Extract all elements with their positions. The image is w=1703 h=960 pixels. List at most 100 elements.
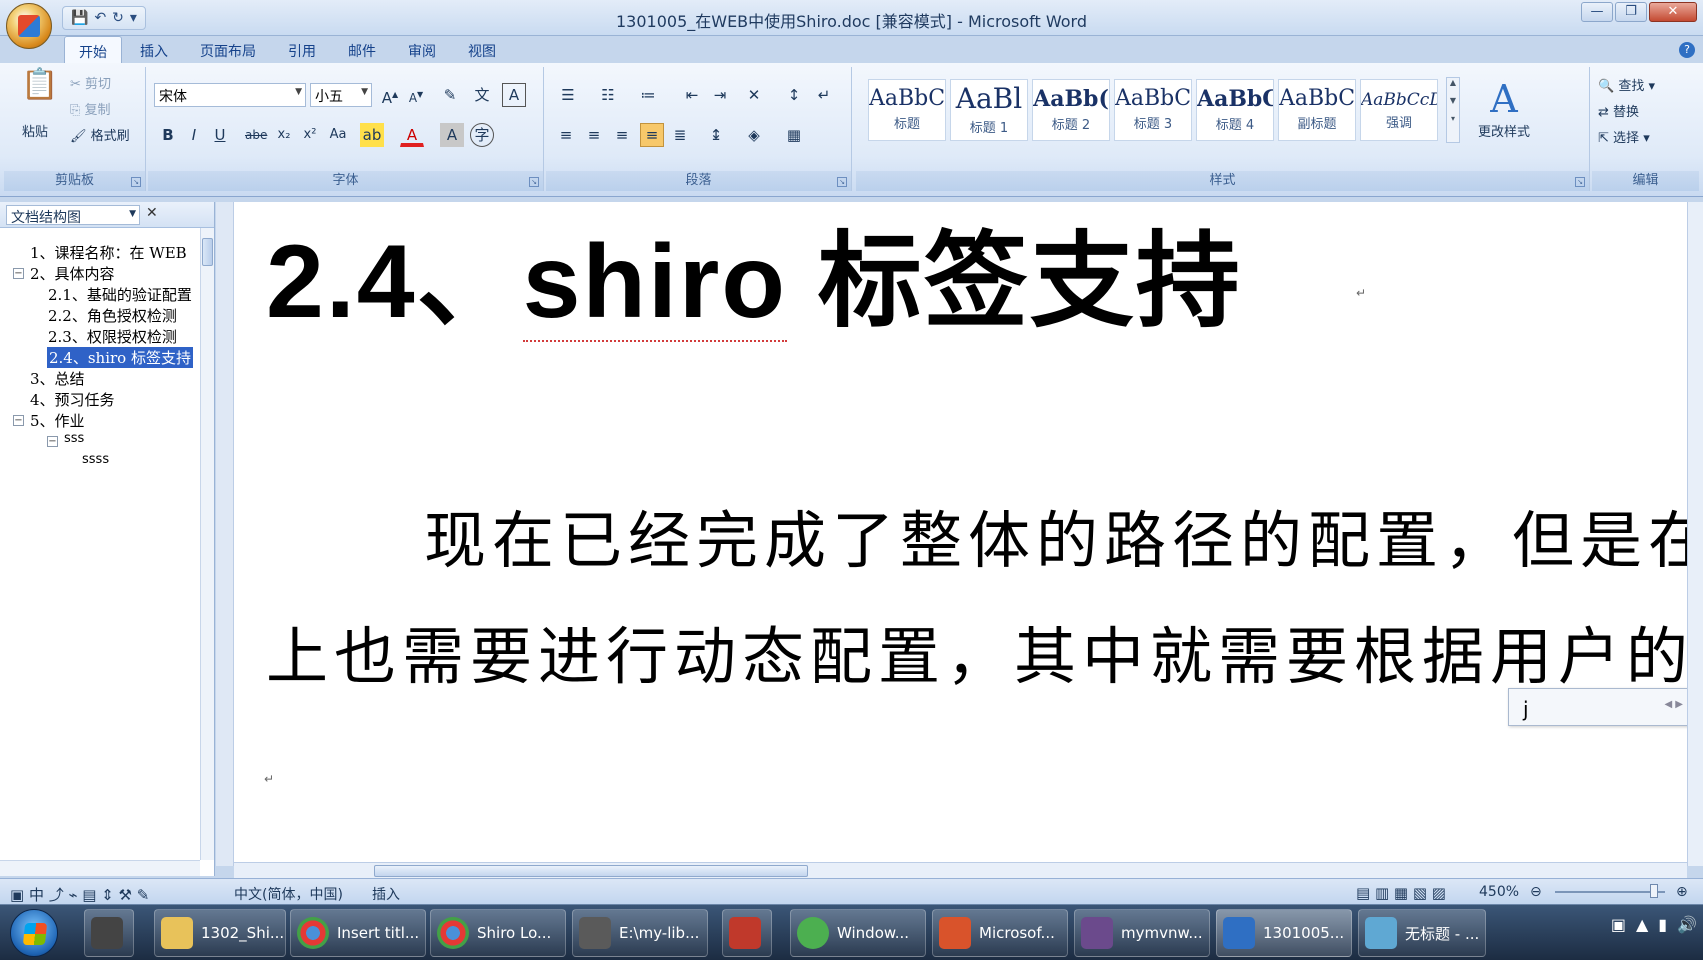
body-text-line[interactable]: 现在已经完成了整体的路径的配置，但是在 xyxy=(424,490,1703,580)
font-size-combo[interactable]: 小五 ▼ xyxy=(310,83,372,107)
nav-item[interactable]: 2、具体内容 xyxy=(30,263,115,284)
style-emphasis[interactable]: AaBbCcDi 强调 xyxy=(1360,79,1438,141)
show-hidden-icons-icon[interactable]: ▲ xyxy=(1636,915,1648,934)
office-button[interactable] xyxy=(6,3,52,49)
insert-mode-status[interactable]: 插入 xyxy=(372,884,400,904)
nav-item[interactable]: 3、总结 xyxy=(30,368,85,389)
paste-button[interactable]: 粘贴 xyxy=(22,121,48,140)
ime-page-arrows-icon[interactable]: ◀ ▶ xyxy=(1664,699,1683,710)
font-launcher-icon[interactable]: ↘ xyxy=(529,177,539,187)
task-item[interactable]: 无标题 - ... xyxy=(1358,909,1486,957)
align-center-icon[interactable]: ≡ xyxy=(582,123,606,147)
clear-format-icon[interactable]: ✎ xyxy=(438,83,462,107)
tab-references[interactable]: 引用 xyxy=(274,36,330,64)
nav-item-selected[interactable]: 2.4、shiro 标签支持 xyxy=(47,347,193,368)
font-color-button[interactable]: A xyxy=(400,123,424,147)
volume-icon[interactable]: 🔊 xyxy=(1677,915,1697,934)
enclose-char-icon[interactable]: 字 xyxy=(470,123,494,147)
char-border-icon[interactable]: A xyxy=(502,83,526,107)
grow-font-icon[interactable]: A▲ xyxy=(378,83,402,107)
nav-item[interactable]: sss xyxy=(64,431,84,446)
cut-button[interactable]: ✂ 剪切 xyxy=(70,73,111,92)
clipboard-launcher-icon[interactable]: ↘ xyxy=(131,177,141,187)
minimize-button[interactable]: — xyxy=(1581,2,1613,22)
scroll-thumb[interactable] xyxy=(374,865,808,877)
document-heading[interactable]: 2.4、shiro 标签支持 xyxy=(266,196,1242,347)
zoom-slider[interactable] xyxy=(1555,891,1665,893)
view-buttons[interactable]: ▤ ▥ ▦ ▧ ▨ xyxy=(1356,884,1446,902)
start-button[interactable] xyxy=(10,909,58,957)
task-pinned-app[interactable] xyxy=(84,909,134,957)
task-item-active[interactable]: 1301005... xyxy=(1216,909,1352,957)
bold-button[interactable]: B xyxy=(156,123,180,147)
styles-scroll[interactable]: ▲ ▼ ▾ xyxy=(1446,77,1460,143)
format-painter-button[interactable]: 🖌 格式刷 xyxy=(70,125,130,144)
tab-insert[interactable]: 插入 xyxy=(126,36,182,64)
nav-item[interactable]: 2.3、权限授权检测 xyxy=(48,326,177,347)
tab-home[interactable]: 开始 xyxy=(64,36,122,64)
subscript-button[interactable]: x₂ xyxy=(272,123,296,147)
ime-composition-box[interactable]: j ◀ ▶ xyxy=(1508,688,1692,726)
bullets-icon[interactable]: ☰ xyxy=(556,83,580,107)
styles-launcher-icon[interactable]: ↘ xyxy=(1575,177,1585,187)
style-heading-4[interactable]: AaBbC 标题 4 xyxy=(1196,79,1274,141)
zoom-slider-thumb[interactable] xyxy=(1650,884,1658,898)
zoom-out-icon[interactable]: ⊖ xyxy=(1530,884,1542,900)
maximize-button[interactable]: ❐ xyxy=(1615,2,1647,22)
style-title[interactable]: AaBbC 标题 xyxy=(868,79,946,141)
align-right-icon[interactable]: ≡ xyxy=(610,123,634,147)
ime-tray-icon[interactable]: ▣ xyxy=(1611,915,1626,934)
task-item[interactable]: Microsof... xyxy=(932,909,1068,957)
highlight-icon[interactable]: ab xyxy=(360,123,384,147)
decrease-indent-icon[interactable]: ⇤ xyxy=(680,83,704,107)
task-item[interactable]: Insert titl... xyxy=(290,909,426,957)
font-name-combo[interactable]: 宋体 ▼ xyxy=(154,83,306,107)
redo-icon[interactable]: ↻ xyxy=(112,10,124,26)
change-styles-button[interactable]: A 更改样式 xyxy=(1472,77,1536,140)
style-subtitle[interactable]: AaBbC 副标题 xyxy=(1278,79,1356,141)
tab-review[interactable]: 审阅 xyxy=(394,36,450,64)
show-marks-icon[interactable]: ↵ xyxy=(812,83,836,107)
document-vertical-scrollbar[interactable] xyxy=(1687,202,1703,866)
nav-item[interactable]: 1、课程名称：在 WEB xyxy=(30,242,187,263)
save-icon[interactable]: 💾 xyxy=(71,10,88,26)
scroll-thumb[interactable] xyxy=(202,238,213,266)
superscript-button[interactable]: x² xyxy=(298,123,322,147)
tab-view[interactable]: 视图 xyxy=(454,36,510,64)
customize-icon[interactable]: ▾ xyxy=(130,10,137,26)
style-heading-3[interactable]: AaBbC 标题 3 xyxy=(1114,79,1192,141)
tab-page-layout[interactable]: 页面布局 xyxy=(186,36,270,64)
shading-icon[interactable]: ◈ xyxy=(742,123,766,147)
increase-indent-icon[interactable]: ⇥ xyxy=(708,83,732,107)
paragraph-launcher-icon[interactable]: ↘ xyxy=(837,177,847,187)
nav-view-select[interactable]: 文档结构图 ▼ xyxy=(6,205,140,226)
chinese-layout-icon[interactable]: ✕ xyxy=(742,83,766,107)
close-button[interactable]: ✕ xyxy=(1649,2,1697,22)
nav-item[interactable]: 2.2、角色授权检测 xyxy=(48,305,177,326)
language-status[interactable]: 中文(简体，中国) xyxy=(234,884,343,904)
numbering-icon[interactable]: ☷ xyxy=(596,83,620,107)
char-shading-icon[interactable]: A xyxy=(440,123,464,147)
shrink-font-icon[interactable]: A▼ xyxy=(404,83,428,107)
replace-button[interactable]: ⇄ 替换 xyxy=(1598,101,1639,120)
document-horizontal-scrollbar[interactable] xyxy=(234,862,1687,878)
sort-icon[interactable]: ↕ xyxy=(782,83,806,107)
close-icon[interactable]: ✕ xyxy=(146,205,158,221)
undo-icon[interactable]: ↶ xyxy=(94,10,106,26)
line-spacing-icon[interactable]: ↨ xyxy=(704,123,728,147)
task-pinned-app[interactable] xyxy=(722,909,772,957)
body-text-line[interactable]: 上也需要进行动态配置，其中就需要根据用户的 xyxy=(266,606,1694,696)
task-item[interactable]: E:\my-lib... xyxy=(572,909,708,957)
nav-item[interactable]: 5、作业 xyxy=(30,410,85,431)
task-item[interactable]: Shiro Lo... xyxy=(430,909,566,957)
collapse-toggle-icon[interactable]: − xyxy=(13,415,24,426)
collapse-toggle-icon[interactable]: − xyxy=(13,268,24,279)
zoom-in-icon[interactable]: ⊕ xyxy=(1676,884,1688,900)
task-item[interactable]: Window... xyxy=(790,909,926,957)
copy-button[interactable]: ⎘ 复制 xyxy=(70,99,111,118)
style-heading-1[interactable]: AaBl 标题 1 xyxy=(950,79,1028,141)
multilevel-list-icon[interactable]: ≔ xyxy=(636,83,660,107)
paste-icon[interactable]: 📋 xyxy=(18,70,62,119)
underline-button[interactable]: U xyxy=(208,123,232,147)
nav-item[interactable]: 4、预习任务 xyxy=(30,389,115,410)
